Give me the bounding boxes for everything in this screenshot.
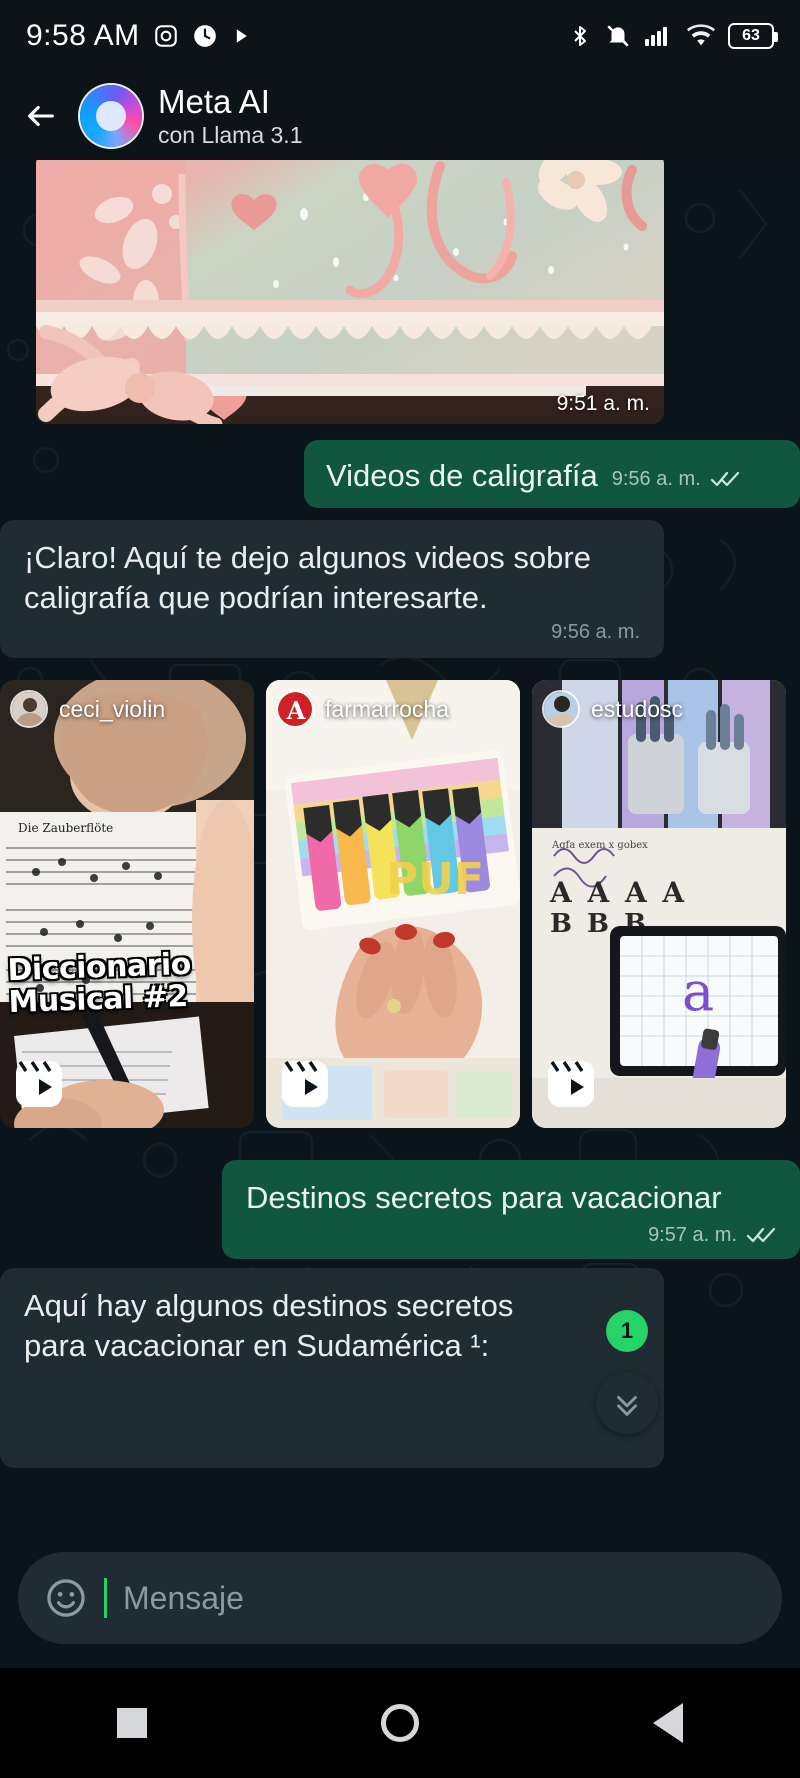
video-card-header: estudosc [542, 690, 776, 728]
reels-icon [14, 1059, 64, 1114]
emoji-smiley-icon[interactable] [44, 1576, 88, 1620]
message-text: Videos de caligrafía [326, 458, 598, 493]
message-meta: 9:57 a. m. [246, 1224, 776, 1247]
back-button[interactable] [18, 93, 64, 139]
outgoing-message-bubble[interactable]: Destinos secretos para vacacionar 9:57 a… [222, 1160, 800, 1259]
incoming-message-bubble[interactable]: Aquí hay algunos destinos secretos para … [0, 1268, 664, 1468]
chat-header-text[interactable]: Meta AI con Llama 3.1 [158, 82, 303, 148]
video-card[interactable]: PUF A farmarrocha [266, 680, 520, 1128]
message-input-pill[interactable]: Mensaje [18, 1552, 782, 1644]
status-bar-left: 9:58 AM [26, 19, 251, 53]
back-nav-button[interactable] [653, 1703, 683, 1743]
recents-button[interactable] [117, 1708, 147, 1738]
image-message-time: 9:51 a. m. [556, 392, 650, 415]
triangle-back-icon [653, 1703, 683, 1743]
battery-indicator: 63 [728, 23, 778, 49]
meta-ai-avatar[interactable] [80, 85, 142, 147]
outgoing-message-bubble[interactable]: Videos de caligrafía 9:56 a. m. [304, 440, 800, 508]
svg-text:a: a [682, 960, 714, 1023]
svg-text:Agfa exem x gobex: Agfa exem x gobex [551, 840, 648, 851]
svg-text:A A A A: A A A A [549, 876, 687, 909]
svg-text:PUF: PUF [386, 854, 484, 905]
square-icon [117, 1708, 147, 1738]
signal-icon [644, 24, 674, 48]
message-time: 9:57 a. m. [648, 1223, 737, 1246]
message-composer: Mensaje [0, 1528, 800, 1668]
read-receipt-icon [746, 1225, 776, 1245]
clock-icon [192, 23, 218, 49]
video-card-username: ceci_violin [59, 695, 166, 722]
circle-icon [381, 1704, 419, 1742]
reels-icon [280, 1059, 330, 1114]
video-card-header: ceci_violin [10, 690, 244, 728]
message-input-placeholder[interactable]: Mensaje [123, 1580, 244, 1617]
status-bar-right: 63 [568, 23, 778, 49]
chat-subtitle: con Llama 3.1 [158, 121, 303, 148]
status-bar: 9:58 AM 63 [0, 0, 800, 72]
video-card-username: farmarrocha [325, 695, 449, 722]
reels-icon [546, 1059, 596, 1114]
video-card-header: A farmarrocha [276, 690, 510, 728]
mute-icon [605, 23, 631, 49]
video-caption-overlay: Diccionario Musical #2 [6, 947, 192, 1021]
svg-text:A: A [286, 696, 306, 725]
instagram-icon [153, 23, 179, 49]
android-navigation-bar [0, 1668, 800, 1778]
message-stream: 9:51 a. m. Videos de caligrafía 9:56 a. … [0, 160, 800, 1528]
greeting-card-photo [36, 160, 664, 424]
avatar [10, 690, 48, 728]
battery-level: 63 [742, 27, 760, 44]
message-text: ¡Claro! Aquí te dejo algunos videos sobr… [24, 540, 591, 615]
chat-message-list[interactable]: 9:51 a. m. Videos de caligrafía 9:56 a. … [0, 160, 800, 1528]
avatar [542, 690, 580, 728]
avatar: A [276, 690, 314, 728]
video-card[interactable]: Die Zauberflöte ceci_violin Diccionario … [0, 680, 254, 1128]
wifi-icon [687, 24, 715, 48]
message-text: Destinos secretos para vacacionar [246, 1180, 722, 1215]
unread-count-badge: 1 [606, 1310, 648, 1352]
svg-text:Die Zauberflöte: Die Zauberflöte [18, 821, 113, 835]
play-icon [231, 26, 251, 46]
read-receipt-icon [710, 469, 740, 489]
bluetooth-icon [568, 23, 592, 49]
incoming-message-bubble[interactable]: ¡Claro! Aquí te dejo algunos videos sobr… [0, 520, 664, 659]
text-cursor [104, 1578, 107, 1618]
message-time: 9:56 a. m. [551, 621, 640, 644]
chat-title: Meta AI [158, 82, 270, 120]
scroll-to-bottom-button[interactable] [596, 1372, 658, 1434]
status-bar-clock: 9:58 AM [26, 19, 140, 52]
video-card[interactable]: Agfa exem x gobex A A A A B B B a estudo… [532, 680, 786, 1128]
home-button[interactable] [381, 1704, 419, 1742]
video-card-username: estudosc [591, 695, 684, 722]
message-meta: 9:56 a. m. [24, 621, 640, 644]
whatsapp-meta-ai-chat-screen: 9:58 AM 63 Meta AI con Llama 3.1 9:51 a.… [0, 0, 800, 1778]
message-text: Aquí hay algunos destinos secretos para … [24, 1288, 514, 1363]
message-meta: 9:56 a. m. [612, 468, 740, 496]
chat-header: Meta AI con Llama 3.1 [0, 72, 800, 160]
video-card-carousel[interactable]: Die Zauberflöte ceci_violin Diccionario … [0, 680, 786, 1128]
message-time: 9:56 a. m. [611, 467, 701, 490]
image-message-bubble[interactable]: 9:51 a. m. [36, 160, 664, 424]
